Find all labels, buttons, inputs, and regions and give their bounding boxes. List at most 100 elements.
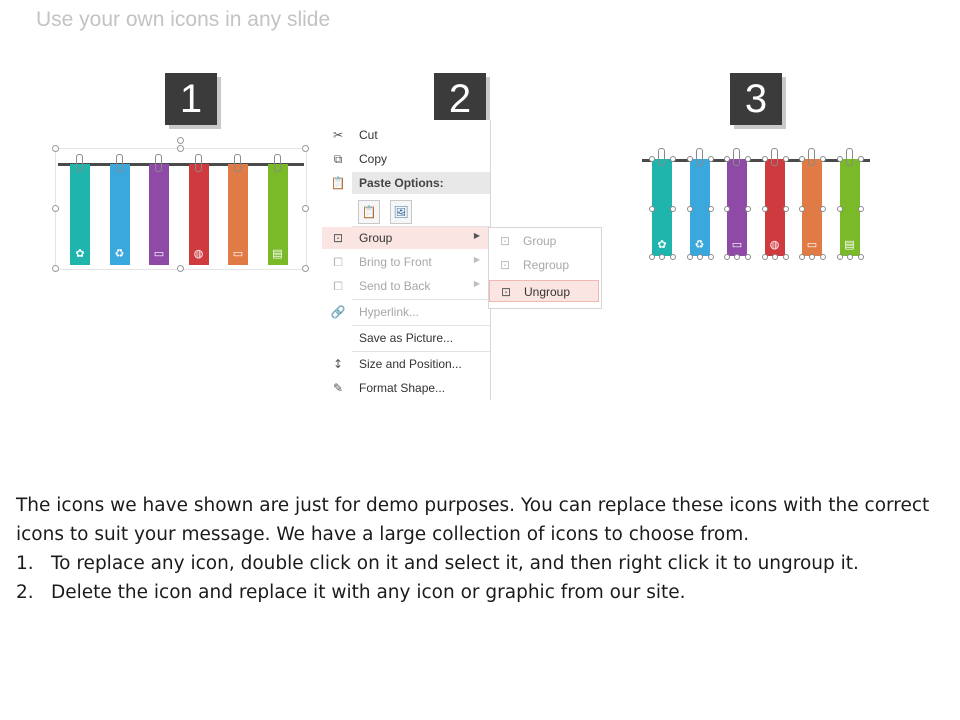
paste-picture-icon[interactable]: 🖼 <box>390 200 412 224</box>
submenu-item-ungroup[interactable]: ⊡ Ungroup <box>489 280 599 302</box>
selection-handle[interactable] <box>696 254 703 260</box>
billboard-icon[interactable]: ▭ <box>732 239 742 250</box>
selection-handle[interactable] <box>761 205 768 212</box>
instruction-step-1: 1. To replace any icon, double click on … <box>16 549 936 578</box>
menu-item-cut[interactable]: ✂ Cut <box>322 124 490 146</box>
selection-handle[interactable] <box>707 254 714 260</box>
banner-strip[interactable]: ◍ <box>764 159 785 256</box>
selection-handle[interactable] <box>820 254 826 260</box>
selection-handle[interactable] <box>857 254 864 260</box>
globe-icon[interactable]: ◍ <box>194 248 204 259</box>
banner-strip[interactable]: ◍ <box>188 164 209 265</box>
selection-handle[interactable] <box>52 145 59 152</box>
banner-strip[interactable]: ▭ <box>149 164 169 265</box>
banner-strip[interactable]: ✿ <box>70 164 90 265</box>
selection-handle[interactable] <box>782 205 789 212</box>
selection-handle[interactable] <box>799 205 805 212</box>
paper-clip-icon <box>845 148 853 166</box>
selection-handle[interactable] <box>686 156 693 162</box>
paper-clip-icon <box>695 148 703 166</box>
selection-handle[interactable] <box>649 156 655 162</box>
selection-handle[interactable] <box>799 156 805 162</box>
selection-handle[interactable] <box>686 205 693 212</box>
banner-strip[interactable]: ▭ <box>727 159 747 256</box>
selection-handle[interactable] <box>177 265 184 272</box>
banner-strip[interactable]: ▭ <box>802 159 822 256</box>
banner-strip[interactable]: ♻ <box>109 164 130 265</box>
selection-handle[interactable] <box>836 254 843 260</box>
banner-strip[interactable]: ▭ <box>228 164 248 265</box>
selection-handle[interactable] <box>809 254 815 260</box>
globe-icon[interactable]: ◍ <box>770 239 780 250</box>
banner-strip[interactable]: ✿ <box>652 159 672 256</box>
selection-handle[interactable] <box>836 156 843 162</box>
selection-handle[interactable] <box>724 205 730 212</box>
menu-item-format-shape[interactable]: ✎ Format Shape... <box>322 377 490 399</box>
selection-handle[interactable] <box>761 156 768 162</box>
selection-handle[interactable] <box>734 254 740 260</box>
selection-handle[interactable] <box>302 205 309 212</box>
menu-item-copy[interactable]: ⧉ Copy <box>322 148 490 170</box>
selection-handle[interactable] <box>649 254 655 260</box>
selection-handle[interactable] <box>707 156 714 162</box>
rotate-handle[interactable] <box>177 137 184 144</box>
submenu-item-group[interactable]: ⊡ Group <box>489 230 599 252</box>
battery-icon[interactable]: ▭ <box>807 239 817 250</box>
menu-item-send-to-back[interactable]: ⧠ Send to Back ▶ <box>322 275 490 297</box>
banner-strip[interactable]: ♻ <box>689 159 710 256</box>
step-number: 1. <box>16 553 34 574</box>
hand-plant-icon[interactable]: ✿ <box>75 248 84 259</box>
selection-handle[interactable] <box>820 205 826 212</box>
selection-handle[interactable] <box>771 254 778 260</box>
selection-handle[interactable] <box>724 156 730 162</box>
battery-icon[interactable]: ▭ <box>233 248 243 259</box>
instruction-step-2: 2. Delete the icon and replace it with a… <box>16 578 936 607</box>
selection-handle[interactable] <box>724 254 730 260</box>
menu-item-group[interactable]: ⊡ Group ▶ <box>322 227 490 249</box>
menu-item-label: Format Shape... <box>359 381 446 395</box>
selection-handle[interactable] <box>799 254 805 260</box>
hand-plant-icon[interactable]: ✿ <box>657 239 666 250</box>
selection-handle[interactable] <box>782 156 789 162</box>
menu-item-hyperlink[interactable]: 🔗 Hyperlink... <box>322 301 490 323</box>
selection-handle[interactable] <box>820 156 826 162</box>
selection-handle[interactable] <box>52 265 59 272</box>
recycle-icon[interactable]: ♻ <box>695 239 705 250</box>
selection-handle[interactable] <box>659 254 665 260</box>
selection-handle[interactable] <box>836 205 843 212</box>
selection-handle[interactable] <box>670 205 676 212</box>
selection-handle[interactable] <box>670 254 676 260</box>
instructions-text: The icons we have shown are just for dem… <box>16 491 936 607</box>
menu-item-label: Bring to Front <box>359 255 432 269</box>
selection-handle[interactable] <box>745 205 751 212</box>
selection-handle[interactable] <box>177 145 184 152</box>
menu-item-save-as-picture[interactable]: Save as Picture... <box>322 327 490 349</box>
menu-item-size-and-position[interactable]: ↕ Size and Position... <box>322 353 490 375</box>
billboard-icon[interactable]: ▭ <box>154 248 164 259</box>
selection-handle[interactable] <box>52 205 59 212</box>
selection-handle[interactable] <box>707 205 714 212</box>
document-icon[interactable]: ▤ <box>844 239 854 250</box>
selection-handle[interactable] <box>745 156 751 162</box>
selection-handle[interactable] <box>302 145 309 152</box>
selection-handle[interactable] <box>761 254 768 260</box>
selection-handle[interactable] <box>857 156 864 162</box>
submenu-item-regroup[interactable]: ⊡ Regroup <box>489 254 599 276</box>
selection-handle[interactable] <box>782 254 789 260</box>
selection-handle[interactable] <box>649 205 655 212</box>
document-icon[interactable]: ▤ <box>272 248 282 259</box>
selection-handle[interactable] <box>686 254 693 260</box>
selection-handle[interactable] <box>670 156 676 162</box>
selection-handle[interactable] <box>857 205 864 212</box>
selection-handle[interactable] <box>745 254 751 260</box>
instructions-intro: The icons we have shown are just for dem… <box>16 495 930 545</box>
paste-keep-formatting-icon[interactable]: 📋 <box>358 200 380 224</box>
banner-strip[interactable]: ▤ <box>839 159 860 256</box>
recycle-icon[interactable]: ♻ <box>115 248 125 259</box>
slide-title: Use your own icons in any slide <box>36 8 331 31</box>
banner-strip[interactable]: ▤ <box>267 164 288 265</box>
step-text: To replace any icon, double click on it … <box>51 553 859 574</box>
menu-item-bring-to-front[interactable]: ⧠ Bring to Front ▶ <box>322 251 490 273</box>
selection-handle[interactable] <box>846 254 853 260</box>
selection-handle[interactable] <box>302 265 309 272</box>
